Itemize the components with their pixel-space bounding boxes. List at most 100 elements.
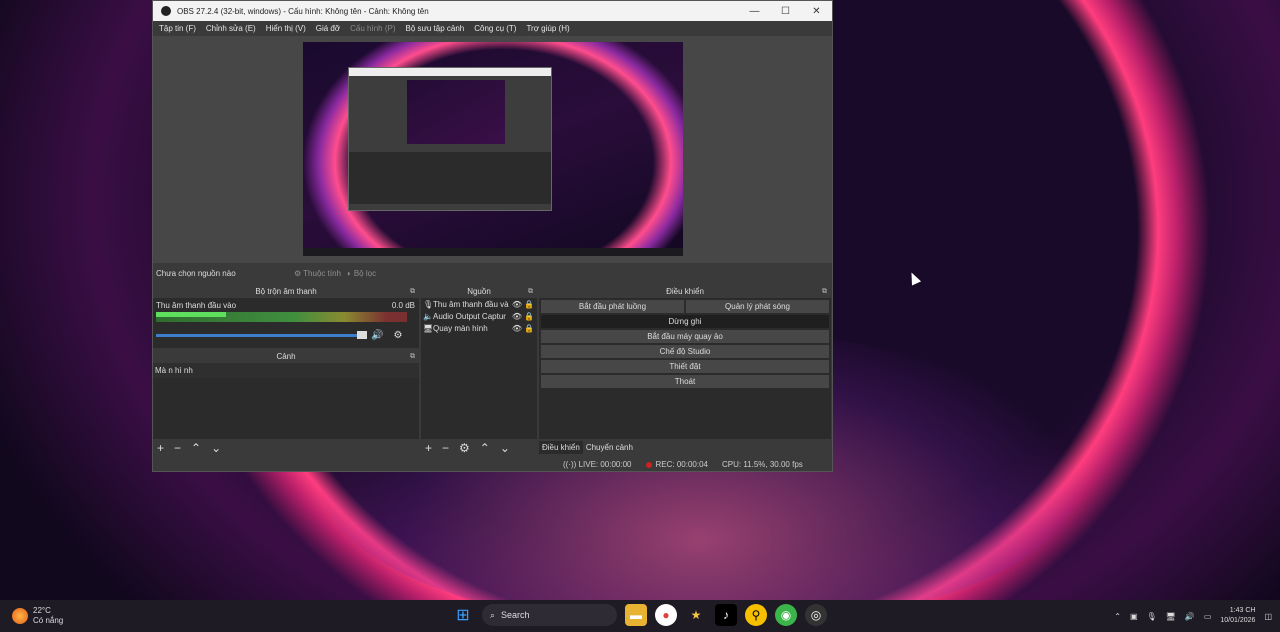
mixer-header: Bộ trộn âm thanh ⧉: [153, 286, 419, 298]
maximize-button[interactable]: ☐: [770, 6, 801, 17]
file-explorer-icon[interactable]: ▬: [625, 604, 647, 626]
lock-icon[interactable]: 🔒: [523, 300, 535, 309]
tab-scene-transitions[interactable]: Chuyển cảnh: [582, 441, 636, 454]
move-down-icon[interactable]: ⌄: [211, 441, 221, 455]
battery-icon[interactable]: ▭: [1204, 612, 1212, 621]
controls-header: Điều khiển ⧉: [539, 286, 831, 298]
taskbar-search[interactable]: ⌕ Search: [482, 604, 617, 626]
green-app-icon[interactable]: ◉: [775, 604, 797, 626]
source-item[interactable]: 🎙 Thu âm thanh đầu và 👁 🔒: [421, 298, 537, 310]
channel-settings-gear-icon[interactable]: ⚙: [393, 330, 402, 341]
status-bar: ((·)) LIVE: 00:00:00 REC: 00:00:04 CPU: …: [153, 457, 1242, 472]
menu-help[interactable]: Trợ giúp (H): [526, 24, 569, 33]
sun-icon: [12, 608, 28, 624]
app-icon[interactable]: ⚲: [745, 604, 767, 626]
mouse-cursor: [906, 270, 922, 286]
float-dock-icon[interactable]: ⧉: [410, 351, 415, 363]
star-app-icon[interactable]: ★: [685, 604, 707, 626]
clock-time: 1:43 CH: [1229, 607, 1256, 614]
volume-slider-thumb[interactable]: [357, 331, 367, 339]
menu-docks[interactable]: Giá đỡ: [316, 24, 340, 33]
window-title: OBS 27.2.4 (32-bit, windows) - Cấu hình:…: [177, 6, 429, 16]
monitor-icon: 🖥: [423, 323, 434, 333]
menu-bar: Tập tin (F) Chỉnh sửa (E) Hiển thị (V) G…: [153, 21, 832, 36]
start-virtual-camera-button[interactable]: Bắt đầu máy quay ảo: [541, 330, 829, 343]
tab-controls[interactable]: Điều khiển: [539, 441, 583, 454]
eye-icon[interactable]: 👁: [511, 312, 523, 321]
sources-title: Nguồn: [467, 287, 491, 296]
no-source-selected-label: Chưa chọn nguồn nào: [156, 268, 236, 278]
eye-icon[interactable]: 👁: [511, 300, 523, 309]
remove-icon[interactable]: −: [442, 441, 449, 455]
windows-start-icon[interactable]: ⊞: [452, 604, 474, 626]
mic-icon: 🎙: [423, 299, 434, 309]
filters-button[interactable]: ◐ Bộ lọc: [347, 269, 376, 278]
chrome-icon[interactable]: ●: [655, 604, 677, 626]
float-dock-icon[interactable]: ⧉: [528, 286, 533, 298]
live-status: ((·)) LIVE: 00:00:00: [563, 460, 632, 469]
source-label: Thu âm thanh đầu và: [433, 299, 509, 309]
preview-taskbar: [303, 248, 683, 256]
properties-button[interactable]: ⚙ Thuộc tính: [294, 269, 341, 278]
clock[interactable]: 1:43 CH 10/01/2026: [1220, 606, 1255, 626]
move-up-icon[interactable]: ⌃: [191, 441, 201, 455]
stop-recording-button[interactable]: Dừng ghi: [541, 315, 829, 328]
record-dot-icon: [645, 461, 652, 468]
add-icon[interactable]: +: [157, 441, 164, 455]
obs-taskbar-icon[interactable]: ◎: [805, 604, 827, 626]
source-label: Quay màn hình: [433, 323, 488, 333]
clock-date: 10/01/2026: [1220, 617, 1256, 624]
minimize-button[interactable]: —: [739, 6, 770, 17]
speaker-icon: 🔈: [423, 311, 433, 321]
manage-broadcast-button[interactable]: Quản lý phát sóng: [686, 300, 829, 313]
source-label: Audio Output Captur: [433, 311, 506, 321]
lock-icon[interactable]: 🔒: [523, 324, 535, 333]
source-item[interactable]: 🔈 Audio Output Captur 👁 🔒: [421, 310, 537, 322]
microphone-icon[interactable]: 🎙: [1147, 612, 1157, 621]
preview-canvas[interactable]: [303, 42, 683, 256]
nested-obs-capture: [348, 67, 552, 211]
menu-file[interactable]: Tập tin (F): [159, 24, 196, 33]
start-streaming-button[interactable]: Bắt đầu phát luồng: [541, 300, 684, 313]
menu-edit[interactable]: Chỉnh sửa (E): [206, 24, 256, 33]
move-down-icon[interactable]: ⌄: [500, 441, 510, 455]
gear-icon[interactable]: ⚙: [459, 441, 470, 455]
menu-view[interactable]: Hiển thị (V): [266, 24, 306, 33]
source-item[interactable]: 🖥 Quay màn hình 👁 🔒: [421, 322, 537, 334]
close-button[interactable]: ✕: [801, 6, 832, 17]
volume-meter: [156, 312, 407, 322]
system-tray: ⌃ ▣ 🎙 🖥 🔊 ▭ 1:43 CH 10/01/2026 ◫: [1114, 600, 1280, 632]
notifications-icon[interactable]: ◫: [1264, 612, 1272, 621]
title-bar: OBS 27.2.4 (32-bit, windows) - Cấu hình:…: [153, 1, 832, 21]
settings-button[interactable]: Thiết đặt: [541, 360, 829, 373]
rec-time: REC: 00:00:04: [655, 460, 708, 469]
tray-app-icon[interactable]: ▣: [1130, 612, 1138, 621]
eye-icon[interactable]: 👁: [511, 324, 523, 333]
speaker-mute-icon[interactable]: 🔊: [371, 330, 383, 341]
volume-slider[interactable]: [156, 331, 367, 339]
float-dock-icon[interactable]: ⧉: [822, 286, 827, 298]
sources-header: Nguồn ⧉: [421, 286, 537, 298]
chevron-up-icon[interactable]: ⌃: [1114, 612, 1121, 621]
network-icon[interactable]: 🖥: [1166, 612, 1176, 621]
lock-icon[interactable]: 🔒: [523, 312, 535, 321]
menu-scene-collection[interactable]: Bộ sưu tập cảnh: [405, 24, 464, 33]
rec-status: REC: 00:00:04: [645, 460, 708, 469]
weather-widget[interactable]: 22°C Có nắng: [12, 606, 63, 626]
source-toolbar: Chưa chọn nguồn nào ⚙ Thuộc tính ◐ Bộ lọ…: [153, 263, 832, 283]
menu-tools[interactable]: Công cụ (T): [474, 24, 516, 33]
add-icon[interactable]: +: [425, 441, 432, 455]
weather-desc: Có nắng: [33, 616, 64, 625]
menu-profile[interactable]: Cấu hình (P): [350, 24, 395, 33]
search-icon: ⌕: [490, 609, 496, 620]
tiktok-icon[interactable]: ♪: [715, 604, 737, 626]
filters-label: Bộ lọc: [353, 268, 377, 278]
exit-button[interactable]: Thoát: [541, 375, 829, 388]
float-dock-icon[interactable]: ⧉: [410, 286, 415, 298]
scene-item[interactable]: Mà n hì nh: [153, 363, 419, 378]
volume-icon[interactable]: 🔊: [1185, 612, 1195, 621]
move-up-icon[interactable]: ⌃: [480, 441, 490, 455]
remove-icon[interactable]: −: [174, 441, 181, 455]
meter-level: [156, 312, 227, 317]
studio-mode-button[interactable]: Chế độ Studio: [541, 345, 829, 358]
